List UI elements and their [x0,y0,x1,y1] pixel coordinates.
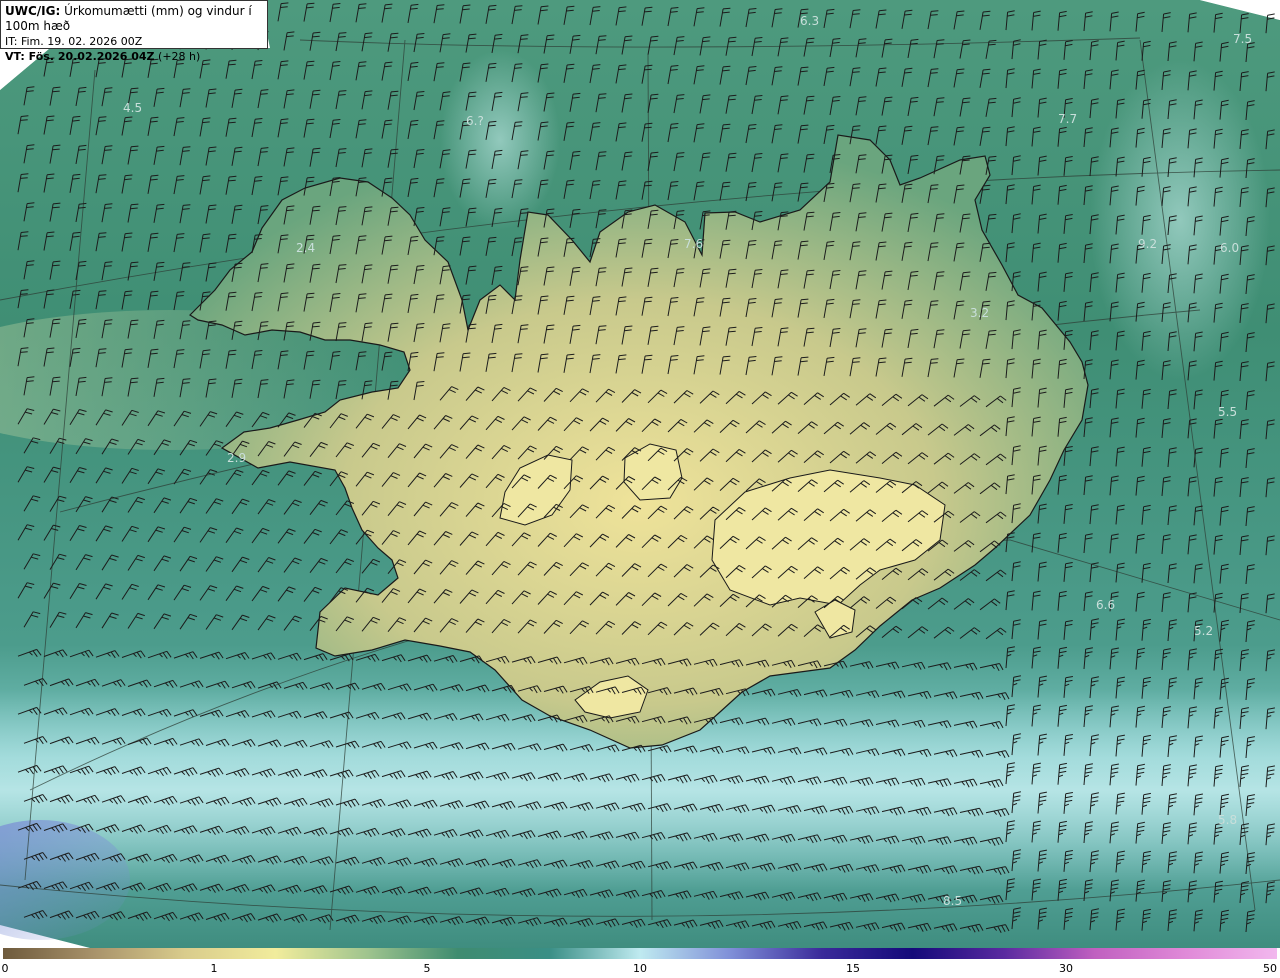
forecast-map: 6.3 7.5 4.5 6.? 7.7 2.4 7.6 9.2 6.0 3.2 … [0,0,1280,948]
colorbar-tick: 0 [1,962,9,975]
colorbar-tick: 5 [423,962,431,975]
value-label: 2.9 [227,451,246,465]
value-label: 4.5 [123,101,142,115]
colorbar-tick: 50 [1263,962,1277,975]
value-label: 7.5 [1233,32,1252,46]
value-label: 5.5 [1218,405,1237,419]
init-time: IT: Fim. 19. 02. 2026 00Z [5,35,143,48]
valid-time: VT: Fös. 20.02.2026 04Z [5,50,155,63]
value-label: 6.6 [1096,598,1115,612]
lead-time: (+28 h) [158,50,201,63]
colorbar: 0 1 5 10 15 30 50 [0,948,1280,978]
value-label: 7.6 [684,237,703,251]
north-pale-plume [440,50,560,230]
colorbar-tick: 10 [633,962,647,975]
colorbar-tick: 30 [1059,962,1073,975]
map-info-box: UWC/IG: Úrkomumætti (mm) og vindur í 100… [0,0,268,63]
value-label: 9.2 [1138,237,1157,251]
value-label: 3.2 [970,306,989,320]
value-label: 7.7 [1058,112,1077,126]
value-label: 5.2 [1194,624,1213,638]
value-label: 6.3 [800,14,819,28]
value-label: 6.0 [1220,241,1239,255]
value-label: 2.4 [296,241,315,255]
value-label: 6.? [466,114,484,128]
colorbar-tick: 15 [846,962,860,975]
value-label: 8.5 [943,894,962,908]
colorbar-tick: 1 [210,962,218,975]
value-label: 5.8 [1218,813,1237,827]
valid-time-line: VT: Fös. 20.02.2026 04Z (+28 h) [5,49,263,64]
title-line: UWC/IG: Úrkomumætti (mm) og vindur í 100… [5,4,263,34]
colorbar-strip [3,948,1277,959]
product-code: UWC/IG: [5,4,61,18]
